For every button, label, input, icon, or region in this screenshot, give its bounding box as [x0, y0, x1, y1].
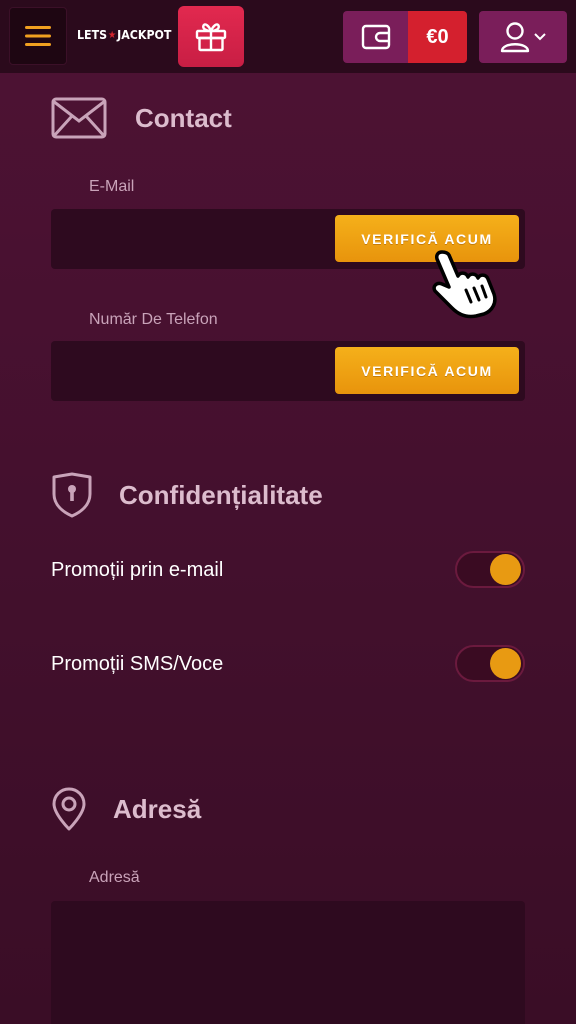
- address-title: Adresă: [113, 793, 202, 824]
- logo-text-right: JACKPOT: [117, 28, 172, 42]
- logo-star-icon: ★: [107, 29, 117, 41]
- privacy-heading: Confidențialitate: [51, 472, 323, 518]
- hamburger-icon: [25, 26, 51, 46]
- menu-button[interactable]: [9, 7, 67, 65]
- privacy-title: Confidențialitate: [119, 479, 323, 510]
- user-icon: [500, 22, 530, 53]
- email-promotions-toggle[interactable]: [455, 551, 525, 588]
- envelope-icon: [51, 97, 107, 139]
- wallet-icon: [361, 24, 390, 50]
- logo-text-left: LETS: [77, 28, 108, 42]
- sms-promotions-toggle[interactable]: [455, 645, 525, 682]
- address-label: Adresă: [89, 869, 140, 886]
- email-promotions-row: Promoții prin e-mail: [51, 551, 525, 591]
- sms-promotions-label: Promoții SMS/Voce: [51, 653, 224, 675]
- toggle-knob: [490, 554, 521, 585]
- contact-heading: Contact: [51, 95, 232, 141]
- address-heading: Adresă: [51, 786, 201, 832]
- phone-field[interactable]: VERIFICĂ ACUM: [51, 341, 525, 401]
- toggle-knob: [490, 648, 521, 679]
- account-button[interactable]: [479, 11, 567, 63]
- email-promotions-label: Promoții prin e-mail: [51, 559, 224, 581]
- map-pin-icon: [52, 787, 86, 831]
- verify-phone-button[interactable]: VERIFICĂ ACUM: [335, 347, 519, 394]
- hand-pointer-icon: [432, 250, 497, 319]
- wallet-group: €0: [343, 11, 467, 63]
- sms-promotions-row: Promoții SMS/Voce: [51, 645, 525, 685]
- balance-display[interactable]: €0: [408, 11, 467, 63]
- chevron-down-icon: [534, 33, 546, 41]
- shield-lock-icon: [52, 472, 92, 518]
- contact-title: Contact: [135, 102, 232, 133]
- gift-icon: [195, 22, 227, 51]
- email-label: E-Mail: [89, 178, 135, 195]
- phone-label: Număr De Telefon: [89, 311, 218, 328]
- gift-button[interactable]: [178, 6, 244, 67]
- address-field[interactable]: [51, 901, 525, 1024]
- wallet-button[interactable]: [343, 11, 408, 63]
- site-logo[interactable]: LETS ★ JACKPOT: [77, 25, 171, 45]
- top-bar: LETS ★ JACKPOT €0: [0, 0, 576, 73]
